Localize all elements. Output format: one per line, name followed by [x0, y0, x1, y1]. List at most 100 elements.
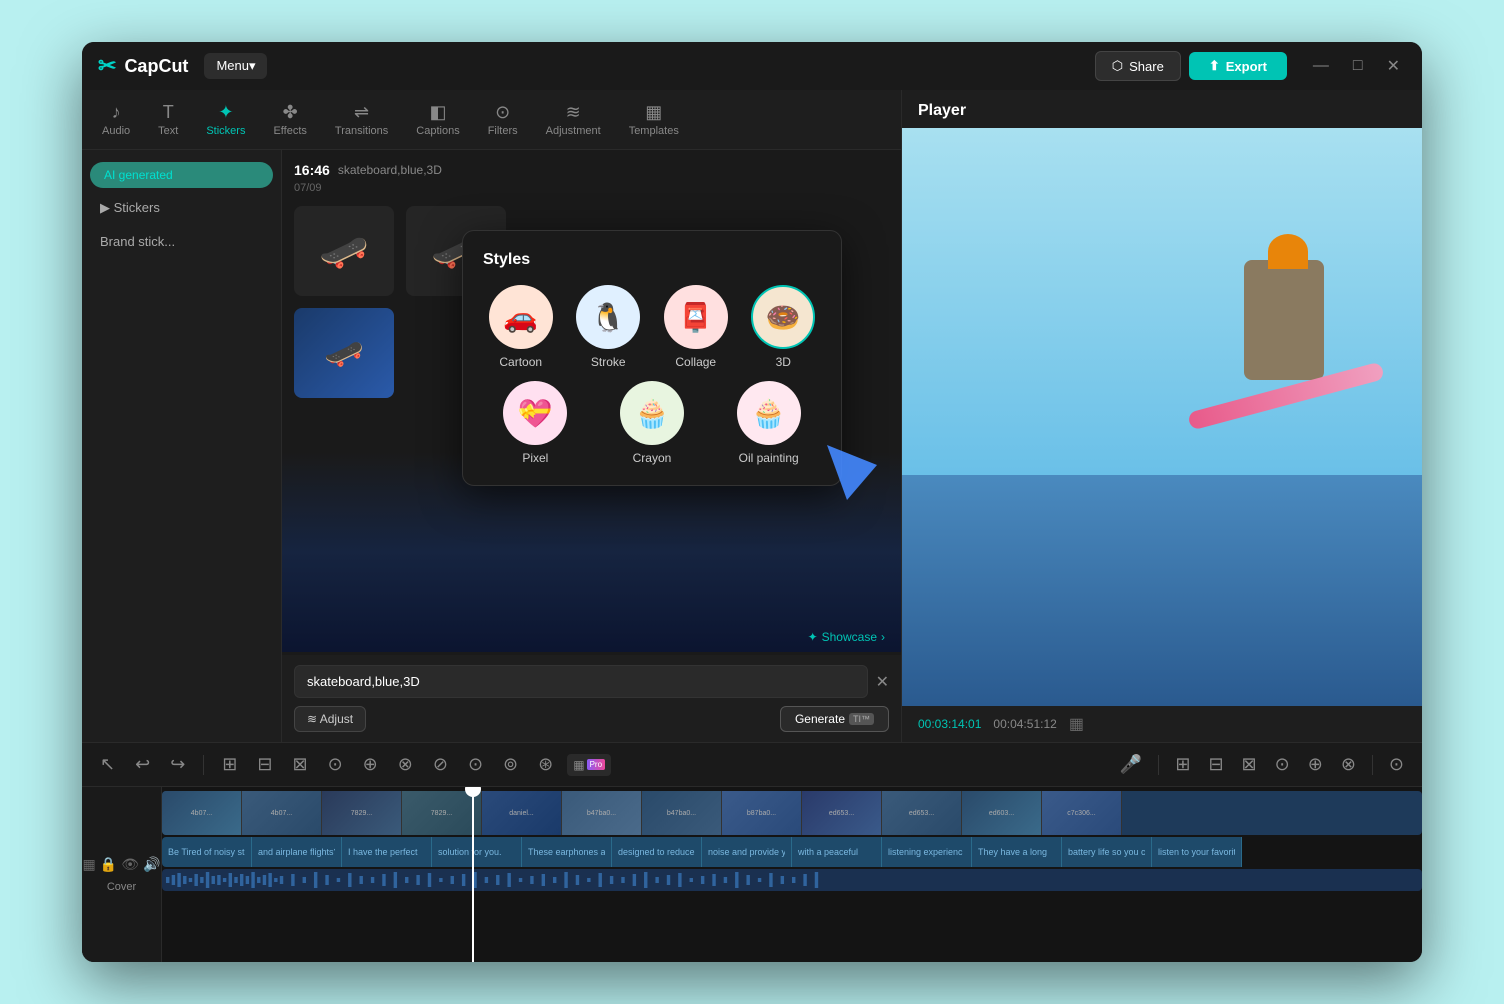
sidebar-item-stickers[interactable]: ▶ Stickers: [90, 194, 273, 222]
waveform-svg: [166, 871, 1418, 889]
mic-button[interactable]: 🎤: [1114, 750, 1148, 779]
loop-button[interactable]: ⊙: [462, 750, 489, 779]
tool-adjustment[interactable]: ≋ Adjustment: [534, 96, 613, 143]
style-crayon[interactable]: 🧁 Crayon: [600, 381, 705, 465]
trim-button[interactable]: ⊟: [251, 750, 278, 779]
undo-button[interactable]: ↩: [129, 750, 156, 779]
current-time: 00:03:14:01: [918, 717, 981, 731]
video-track-segments: 4b07... 4b07... 7829... 7829... daniel..…: [162, 791, 1122, 835]
redo-button[interactable]: ↪: [164, 750, 191, 779]
menu-button[interactable]: Menu▾: [204, 53, 267, 79]
timeline-settings-button[interactable]: ⊙: [1383, 750, 1410, 779]
style-oil-painting[interactable]: 🧁 Oil painting: [716, 381, 821, 465]
styles-popup: Styles 🚗 Cartoon 🐧 Stroke: [462, 230, 842, 486]
thumb-7: b47ba0...: [642, 791, 722, 835]
tool-captions[interactable]: ◧ Captions: [404, 96, 471, 143]
oil-label: Oil painting: [739, 451, 799, 465]
generate-button[interactable]: Generate TI™: [780, 706, 889, 732]
transform-button[interactable]: ⊛: [532, 750, 559, 779]
thumb-4: 7829...: [402, 791, 482, 835]
tool-filters[interactable]: ⊙ Filters: [476, 96, 530, 143]
player-video: [902, 128, 1422, 706]
zoom-out-button[interactable]: ⊠: [1236, 750, 1263, 779]
app-window: ✂ CapCut Menu▾ ⬡ Share ⬆ Export — □ ✕: [82, 42, 1422, 962]
toolbar: ♪ Audio T Text ✦ Stickers ✤ Effects ⇌: [82, 90, 901, 150]
remove-button[interactable]: ⊗: [392, 750, 419, 779]
at-12: listen to your favorit: [1152, 837, 1242, 867]
style-pixel[interactable]: 💝 Pixel: [483, 381, 588, 465]
select-tool-button[interactable]: ↖: [94, 750, 121, 779]
sidebar-item-brand[interactable]: Brand stick...: [90, 228, 273, 255]
maximize-button[interactable]: □: [1347, 54, 1369, 78]
media-area: 16:46 skateboard,blue,3D 07/09 🛹 🛹 🛹: [282, 150, 901, 742]
showcase-arrow-icon: ›: [881, 630, 885, 644]
collage-icon: 📮: [664, 285, 728, 349]
mute-button[interactable]: ⊘: [427, 750, 454, 779]
tool-effects[interactable]: ✤ Effects: [261, 96, 318, 143]
at-2: and airplane flights?: [252, 837, 342, 867]
style-stroke[interactable]: 🐧 Stroke: [571, 285, 647, 369]
eye-icon[interactable]: 👁: [121, 856, 139, 873]
thumbnail-icon[interactable]: ▦: [83, 856, 96, 873]
styles-title: Styles: [483, 251, 821, 269]
thumb-1: 4b07...: [162, 791, 242, 835]
ai-generated-tab[interactable]: AI generated: [90, 162, 273, 188]
fit-button[interactable]: ⊟: [1202, 750, 1229, 779]
collage-label: Collage: [675, 355, 716, 369]
volume-icon[interactable]: 🔊: [143, 856, 160, 873]
sidebar: AI generated ▶ Stickers Brand stick...: [82, 150, 282, 742]
paste-button[interactable]: ⊕: [1302, 750, 1329, 779]
tool-templates[interactable]: ▦ Templates: [617, 96, 691, 143]
style-3d[interactable]: 🍩 3D: [746, 285, 822, 369]
window-controls: — □ ✕: [1307, 54, 1406, 78]
settings-button[interactable]: ⊗: [1335, 750, 1362, 779]
split-button[interactable]: ⊞: [216, 750, 243, 779]
divider-2: [1158, 755, 1159, 775]
waveform-track: [162, 869, 1422, 891]
lock-icon[interactable]: 🔒: [100, 856, 117, 873]
thumb-3: 7829...: [322, 791, 402, 835]
grid-view-icon[interactable]: ▦: [1069, 714, 1084, 734]
flip-button[interactable]: ⊚: [497, 750, 524, 779]
timeline: ↖ ↩ ↪ ⊞ ⊟ ⊠ ⊙ ⊕ ⊗ ⊘ ⊙ ⊚ ⊛ ▦ Pro 🎤 ⊞ ⊟ ⊠: [82, 742, 1422, 962]
delete-button[interactable]: ⊠: [286, 750, 313, 779]
showcase-sparkle-icon: ✦: [808, 630, 818, 644]
snowboarder-figure: [1090, 158, 1402, 666]
tool-stickers[interactable]: ✦ Stickers: [194, 96, 257, 143]
tool-audio[interactable]: ♪ Audio: [90, 96, 142, 143]
sticker-input[interactable]: [294, 665, 868, 698]
title-bar-right: ⬡ Share ⬆ Export — □ ✕: [1095, 51, 1406, 81]
pixel-label: Pixel: [522, 451, 548, 465]
player-header: Player: [902, 90, 1422, 128]
showcase-hint[interactable]: ✦ Showcase ›: [808, 630, 885, 644]
tool-text[interactable]: T Text: [146, 96, 190, 143]
close-button[interactable]: ✕: [1381, 54, 1406, 78]
share-button[interactable]: ⬡ Share: [1095, 51, 1181, 81]
minimize-button[interactable]: —: [1307, 54, 1335, 78]
export-button[interactable]: ⬆ Export: [1189, 52, 1287, 80]
style-collage[interactable]: 📮 Collage: [658, 285, 734, 369]
style-cartoon[interactable]: 🚗 Cartoon: [483, 285, 559, 369]
sticker-item-1[interactable]: 🛹: [294, 206, 394, 296]
copy-button[interactable]: ⊙: [1269, 750, 1296, 779]
cover-label: Cover: [107, 881, 136, 893]
at-1: Be Tired of noisy streets: [162, 837, 252, 867]
adjust-button[interactable]: ≋ Adjust: [294, 706, 366, 732]
thumb-6: b47ba0...: [562, 791, 642, 835]
pro-label: Pro: [587, 759, 605, 770]
at-10: They have a long: [972, 837, 1062, 867]
media-time: 16:46: [294, 162, 330, 178]
left-panel: ♪ Audio T Text ✦ Stickers ✤ Effects ⇌: [82, 90, 902, 742]
zoom-in-button[interactable]: ⊞: [1169, 750, 1196, 779]
filters-icon: ⊙: [495, 102, 510, 123]
tool-transitions[interactable]: ⇌ Transitions: [323, 96, 400, 143]
crop-button[interactable]: ⊙: [322, 750, 349, 779]
pro-tools-button[interactable]: ▦ Pro: [567, 754, 611, 776]
add-button[interactable]: ⊕: [357, 750, 384, 779]
share-icon: ⬡: [1112, 58, 1123, 74]
hat: [1268, 234, 1308, 269]
sticker-item-3[interactable]: 🛹: [294, 308, 394, 398]
styles-grid-row1: 🚗 Cartoon 🐧 Stroke 📮 Collage: [483, 285, 821, 369]
at-6: designed to reduce: [612, 837, 702, 867]
clear-input-button[interactable]: ✕: [876, 672, 889, 692]
